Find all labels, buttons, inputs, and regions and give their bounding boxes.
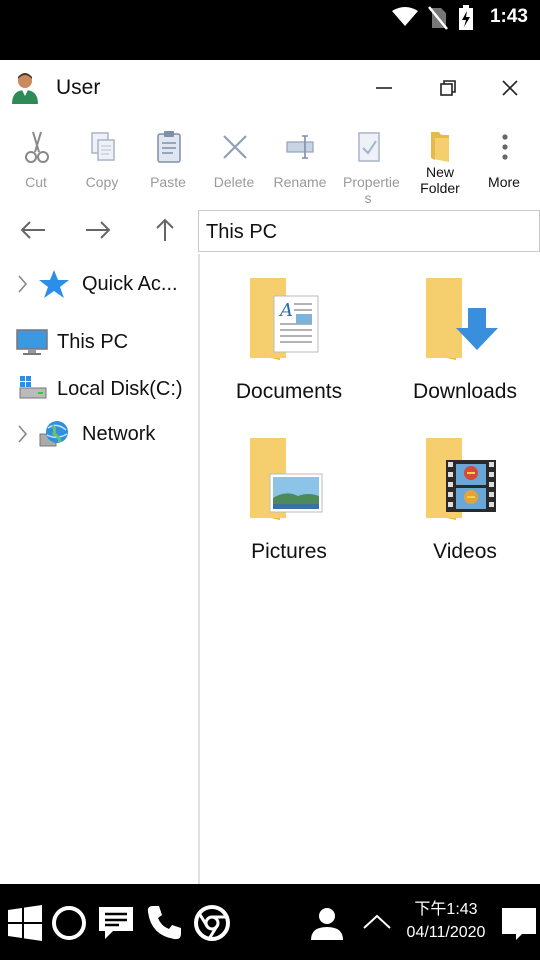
windows-start-icon[interactable]	[6, 904, 44, 942]
sidebar: Quick Ac... This PC Local Disk(C:) Netwo…	[0, 254, 198, 884]
wifi-icon	[392, 7, 418, 26]
delete-x-icon	[223, 135, 247, 159]
chevron-up-icon[interactable]	[358, 904, 396, 942]
cortana-icon[interactable]	[50, 904, 88, 942]
more-vertical-icon	[502, 134, 508, 160]
scissors-icon	[25, 131, 49, 163]
restore-button[interactable]	[428, 70, 468, 106]
minimize-button[interactable]	[364, 70, 404, 106]
restore-icon	[440, 80, 456, 96]
notification-icon[interactable]	[500, 904, 538, 942]
properties-label: Propertie s	[343, 174, 400, 206]
no-sim-icon	[428, 6, 448, 30]
copy-button[interactable]: Copy	[69, 116, 135, 204]
copy-icon	[91, 132, 115, 161]
clock-date: 04/11/2020	[406, 924, 486, 941]
more-button[interactable]: More	[471, 116, 537, 204]
battery-charging-icon	[459, 5, 473, 30]
chevron-right-icon[interactable]	[16, 274, 28, 294]
new-folder-label: New Folder	[420, 164, 460, 196]
status-bar: 1:43	[0, 0, 540, 36]
toolbar: Cut Copy Paste Delete Rename Propertie s…	[0, 116, 540, 206]
cut-button[interactable]: Cut	[3, 116, 69, 204]
delete-label: Delete	[213, 174, 255, 190]
sidebar-item-local-disk[interactable]: Local Disk(C:)	[0, 369, 198, 409]
sidebar-item-network[interactable]: Network	[0, 414, 198, 454]
properties-icon	[358, 132, 380, 162]
sidebar-item-quick-access[interactable]: Quick Ac...	[0, 264, 198, 304]
downloads-folder-icon	[426, 278, 498, 360]
up-button[interactable]	[148, 214, 182, 246]
new-folder-icon	[431, 132, 449, 162]
back-button[interactable]	[16, 214, 50, 246]
sidebar-item-label: Local Disk(C:)	[57, 378, 183, 400]
person-icon[interactable]	[308, 904, 346, 942]
delete-button[interactable]: Delete	[201, 116, 267, 204]
star-icon	[39, 270, 69, 298]
status-time: 1:43	[489, 6, 528, 27]
navigation-row: This PC	[0, 206, 540, 254]
folder-label: Pictures	[251, 540, 327, 563]
address-bar[interactable]: This PC	[198, 210, 540, 252]
rename-icon	[286, 135, 314, 159]
folder-videos[interactable]: Videos	[376, 414, 540, 574]
arrow-right-icon	[86, 221, 111, 239]
forward-button[interactable]	[81, 214, 115, 246]
cut-label: Cut	[25, 174, 47, 190]
browser-icon[interactable]	[193, 904, 231, 942]
rename-button[interactable]: Rename	[267, 116, 333, 204]
videos-folder-icon	[426, 438, 496, 520]
folder-label: Videos	[433, 540, 497, 563]
close-icon	[502, 80, 518, 96]
sidebar-item-label: Quick Ac...	[82, 273, 178, 295]
folder-documents[interactable]: A Documents	[200, 254, 378, 414]
title-bar: User	[0, 60, 540, 116]
user-avatar-icon	[12, 73, 38, 104]
arrow-up-icon	[156, 218, 174, 241]
taskbar: 下午1:43 04/11/2020	[0, 884, 540, 960]
phone-icon[interactable]	[145, 904, 183, 942]
arrow-left-icon	[20, 221, 45, 239]
minimize-icon	[376, 87, 392, 89]
folder-label: Documents	[235, 380, 343, 403]
paste-label: Paste	[150, 174, 186, 190]
clock-time: 下午1:43	[414, 901, 478, 918]
new-folder-button[interactable]: New Folder	[407, 116, 473, 204]
close-button[interactable]	[490, 70, 530, 106]
sidebar-item-label: Network	[82, 423, 156, 445]
chevron-right-icon[interactable]	[16, 424, 28, 444]
folder-pictures[interactable]: Pictures	[200, 414, 378, 574]
svg-text:A: A	[278, 300, 293, 321]
rename-label: Rename	[273, 174, 327, 190]
drive-icon	[19, 376, 47, 399]
more-label: More	[488, 174, 520, 190]
taskbar-clock[interactable]: 下午1:43 04/11/2020	[396, 898, 496, 944]
sidebar-item-this-pc[interactable]: This PC	[0, 322, 198, 362]
folder-label: Downloads	[413, 380, 517, 403]
copy-label: Copy	[85, 174, 119, 190]
paste-button[interactable]: Paste	[135, 116, 201, 204]
folder-grid: A Documents Downloads Pictures Videos	[200, 254, 540, 884]
window-title: User	[56, 76, 101, 99]
pictures-folder-icon	[250, 438, 323, 520]
paste-icon	[157, 131, 181, 163]
globe-icon	[39, 421, 68, 447]
sidebar-item-label: This PC	[57, 331, 129, 353]
properties-button[interactable]: Propertie s	[335, 116, 401, 206]
documents-folder-icon: A	[250, 278, 319, 360]
monitor-icon	[16, 329, 48, 355]
folder-downloads[interactable]: Downloads	[376, 254, 540, 414]
messages-icon[interactable]	[97, 904, 135, 942]
status-spacer	[0, 36, 540, 60]
